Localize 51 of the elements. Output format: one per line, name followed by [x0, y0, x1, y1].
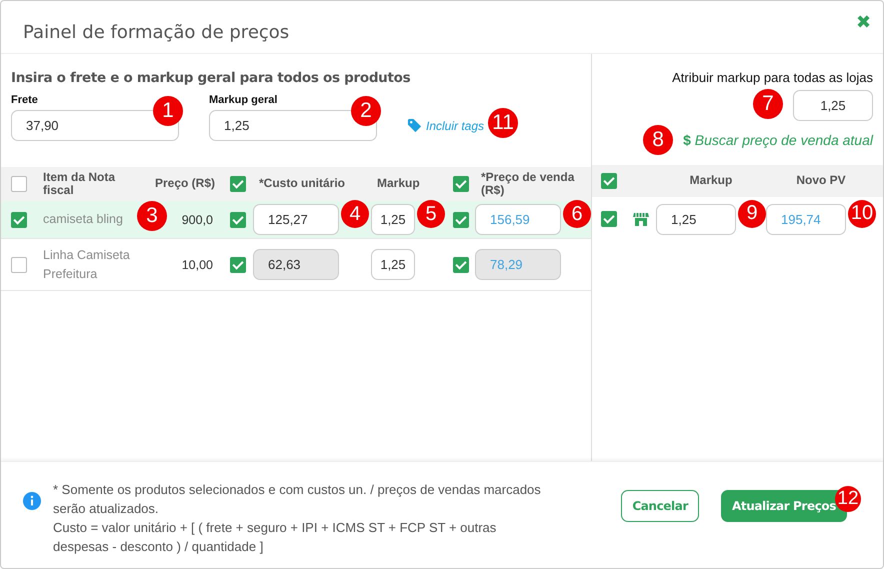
column-header: Markup	[376, 177, 421, 191]
footnote-text: Custo = valor unitário + [ ( frete + seguro + IPI + ICMS ST + FCP ST + outras despesas - desconto ) / quantidade ]	[53, 519, 498, 556]
info-icon	[23, 492, 41, 510]
table-cell: 900,0	[182, 212, 213, 226]
callout-badge: 7	[753, 89, 783, 119]
unit-cost-input[interactable]: 125,27	[253, 204, 339, 235]
markup-input[interactable]: 1,25	[371, 204, 415, 235]
table-row[interactable]: Linha Camiseta Prefeitura 10,00 62,63 1,25 78,29	[1, 239, 591, 291]
checkbox[interactable]	[230, 176, 246, 192]
store-icon	[633, 211, 649, 227]
callout-badge: 12	[835, 486, 861, 512]
checkbox[interactable]	[601, 173, 617, 189]
column-header: *Custo unitário	[258, 177, 346, 191]
callout-badge: 6	[563, 200, 591, 228]
table-cell: 10,00	[182, 258, 213, 272]
callout-badge: 1	[153, 96, 183, 126]
callout-badge: 3	[137, 201, 167, 231]
dialog-title: Painel de formação de preços	[23, 22, 290, 42]
checkbox[interactable]	[453, 176, 469, 192]
callout-badge: 8	[643, 125, 674, 155]
callout-badge: 10	[848, 200, 876, 228]
checkbox[interactable]	[601, 211, 617, 227]
all-stores-markup-input[interactable]: 1,25	[793, 90, 873, 121]
callout-badge: 11	[488, 108, 518, 138]
callout-badge: 2	[351, 96, 381, 126]
checkbox[interactable]	[453, 256, 469, 272]
callout-badge: 9	[738, 200, 766, 228]
store-markup-input[interactable]: 1,25	[656, 204, 736, 234]
field-label: Markup geral	[209, 94, 278, 106]
column-header: Preço (R$)	[154, 177, 216, 191]
item-name: camiseta bling	[43, 211, 123, 228]
column-header: Markup	[688, 174, 734, 188]
checkbox[interactable]	[230, 256, 246, 272]
section-heading: Insira o frete e o markup geral para todos os produtos	[11, 70, 412, 86]
callout-badge: 5	[417, 200, 445, 228]
field-label: Frete	[11, 94, 39, 106]
checkbox[interactable]	[230, 212, 246, 228]
field-label: Atribuir markup para todas as lojas	[671, 69, 874, 85]
markup-input[interactable]: 1,25	[371, 249, 415, 280]
checkbox[interactable]	[11, 256, 27, 272]
checkbox[interactable]	[11, 212, 27, 228]
checkbox[interactable]	[453, 212, 469, 228]
column-header: Item da Nota fiscal	[42, 170, 116, 198]
table-row[interactable]: camiseta bling 3 900,0 125,27 4 1,25 5 156,59 6	[1, 201, 591, 239]
item-name: Linha Camiseta Prefeitura	[43, 246, 131, 282]
column-header: *Preço de venda (R$)	[480, 170, 576, 198]
checkbox[interactable]	[11, 176, 27, 192]
column-header: Novo PV	[795, 174, 847, 188]
footnote-text: * Somente os produtos selecionados e com custos un. / preços de vendas marcados serão atualizados.	[53, 481, 542, 518]
tag-icon	[407, 118, 422, 133]
callout-badge: 4	[341, 200, 369, 228]
